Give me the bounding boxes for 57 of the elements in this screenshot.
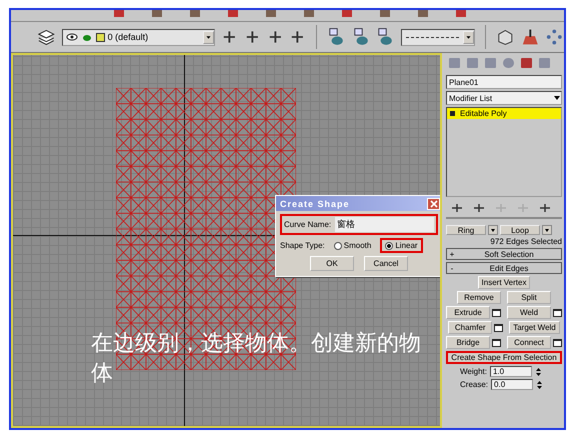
line-style-dropdown[interactable] [400,28,476,46]
shape-type-radio[interactable]: Linear [380,238,423,253]
spinner-label: Crease: [460,380,488,389]
edit-button[interactable]: Connect [507,336,551,349]
spinner-label: Weight: [460,367,487,376]
rollout-header[interactable]: - Edit Edges [446,262,562,274]
edit-button[interactable]: Weld [507,306,551,319]
panel-tab-icon[interactable] [518,55,535,71]
stack-tool-icon[interactable] [472,201,486,215]
box-icon[interactable] [496,27,515,47]
stack-tool-icon[interactable] [450,201,464,215]
settings-button[interactable] [553,308,562,316]
stack-item[interactable]: Editable Poly [447,108,561,119]
settings-button[interactable] [553,338,562,346]
dialog-title: Create Shape [280,198,350,208]
stack-tool-icon[interactable] [538,201,552,215]
tool-icon[interactable] [301,10,317,19]
tool-icon[interactable] [339,10,355,19]
edit-button[interactable]: Bridge [446,336,490,349]
dots-icon[interactable] [545,27,564,47]
tool-icon[interactable] [453,10,469,19]
object-name-field[interactable]: Plane01 [446,75,562,89]
spinner-arrows-icon[interactable] [534,366,542,376]
edit-button[interactable]: Extrude [446,306,490,319]
edit-button[interactable]: Target Weld [509,321,560,334]
modifier-list-dropdown[interactable]: Modifier List [446,91,562,105]
tool-icon[interactable] [377,10,393,19]
curve-name-label: Curve Name: [284,220,332,229]
close-button[interactable] [427,198,440,210]
dialog-button[interactable]: OK [310,256,354,271]
ring-button[interactable]: Ring [446,225,486,235]
layer-dropdown[interactable]: 0 (default) [62,28,216,46]
edit-button[interactable]: Remove [457,291,501,304]
edit-button[interactable]: Create Shape From Selection [446,351,562,364]
spinner-field[interactable]: 0.0 [491,379,534,390]
tool-icon[interactable] [149,10,165,19]
loop-button[interactable]: Loop [500,225,540,235]
layers-icon[interactable] [37,28,56,46]
rollout-header[interactable]: + Soft Selection [446,248,562,260]
eye-icon [66,32,78,42]
shape-type-label: Shape Type: [280,241,325,250]
tool-icon[interactable] [187,10,203,19]
spinner-field[interactable]: 1.0 [490,366,532,377]
tool-icon[interactable] [415,10,431,19]
dropdown-arrow-icon [553,94,561,102]
edit-button[interactable]: Split [507,291,551,304]
edit-button[interactable]: Insert Vertex [478,276,530,289]
dialog-button[interactable]: Cancel [364,256,408,271]
close-icon [430,200,438,208]
tool-icon[interactable] [111,10,127,19]
edit-button[interactable]: Chamfer [448,321,492,334]
tool-icon[interactable] [225,10,241,19]
selection-info: 972 Edges Selected [489,237,562,246]
curve-name-field[interactable]: 窗格 [335,217,434,232]
tool-icon[interactable] [263,10,279,19]
shape-type-radio[interactable]: Smooth [328,238,376,253]
spinner-arrows-icon[interactable] [536,380,544,390]
